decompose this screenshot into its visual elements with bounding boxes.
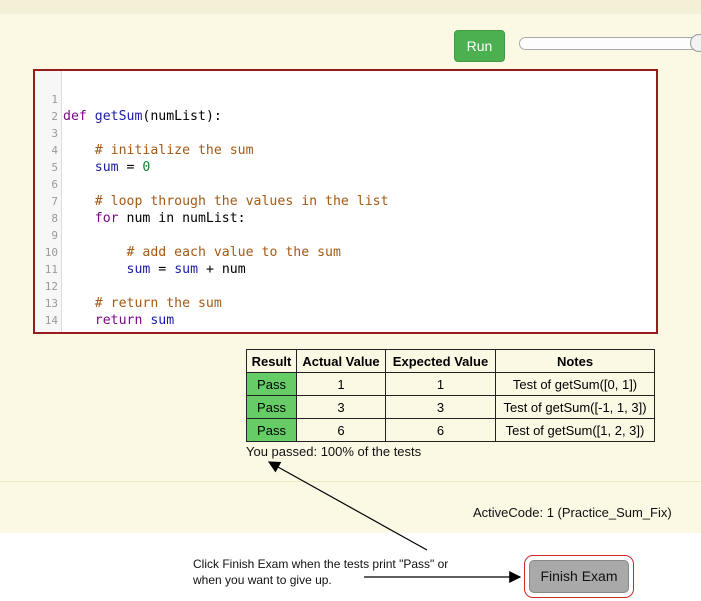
annotation-arrows: [267, 461, 522, 583]
arrow-to-summary: [267, 461, 428, 551]
